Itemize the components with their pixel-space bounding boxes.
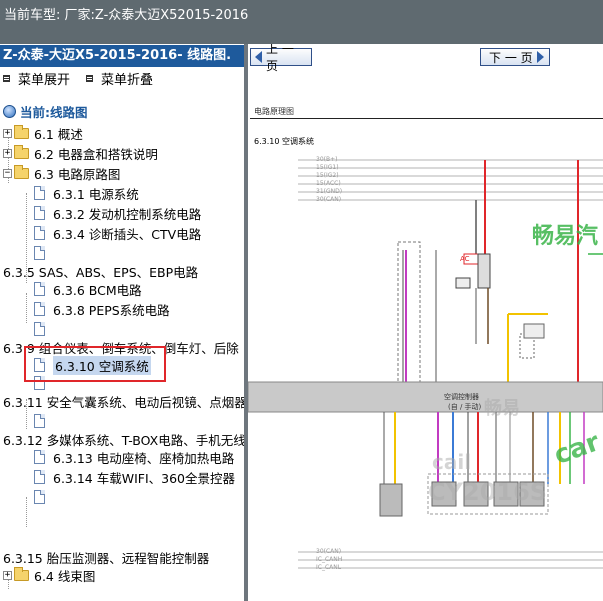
folder-open-icon	[14, 164, 29, 179]
document-icon	[34, 490, 45, 504]
prev-page-label: 上 一 页	[266, 44, 294, 73]
folder-icon	[14, 124, 29, 139]
rail-label-1: 30(B+)	[316, 156, 338, 163]
tree-current: 当前:线路图	[3, 101, 88, 121]
bottom-label-2: IC_CANH	[316, 556, 343, 563]
bus-sub-label: (自 / 手动)	[448, 403, 482, 411]
document-viewer: 上 一 页 下 一 页 电路原理图 6.3.10 空调系统 AC 空调控制器 (…	[248, 44, 603, 601]
tree-item-label: 6.4 线束图	[34, 568, 96, 584]
folder-icon	[14, 144, 29, 159]
next-page-button[interactable]: 下 一 页	[480, 48, 550, 66]
next-page-label: 下 一 页	[489, 50, 533, 65]
bottom-label-3: IC_CANL	[316, 564, 342, 571]
current-label: 当前:线路图	[20, 104, 88, 120]
tree-item-label: 6.1 概述	[34, 126, 83, 142]
tree-item-label: 6.3.1 电源系统	[53, 186, 139, 202]
rail-label-3: 15(IG2)	[316, 172, 339, 179]
rail-label-4: 15(ACC)	[316, 180, 341, 187]
document-icon	[34, 450, 45, 464]
document-icon	[34, 206, 45, 220]
document-icon	[34, 186, 45, 200]
tree-item-6-3-2[interactable]: 6.3.2 发动机控制系统电路	[34, 203, 201, 223]
tree-item-6-4[interactable]: + 6.4 线束图	[3, 565, 95, 585]
tree-item-6-3-8[interactable]: 6.3.8 PEPS系统电路	[34, 299, 170, 319]
prev-page-button[interactable]: 上 一 页	[250, 44, 312, 73]
document-icon	[34, 322, 45, 336]
tree-item-label: 6.3.11 安全气囊系统、电动后视镜、点烟器	[3, 394, 244, 410]
tree-item-6-1[interactable]: + 6.1 概述	[3, 123, 83, 143]
tree-item-blank-2[interactable]	[34, 319, 53, 339]
left-panel: Z-众泰-大迈X5-2015-2016- 线路图. 菜单展开 菜单折叠 当前:线…	[0, 44, 244, 601]
tree-item-blank-1[interactable]	[34, 243, 53, 263]
tree-item-6-3-5[interactable]: 6.3.5 SAS、ABS、EPS、EBP电路	[3, 261, 198, 281]
tree-item-label: 6.3.4 诊断插头、CTV电路	[53, 226, 202, 242]
tree-item-6-3-11[interactable]: 6.3.11 安全气囊系统、电动后视镜、点烟器	[3, 391, 244, 411]
rail-label-2: 15(IG1)	[316, 164, 339, 171]
tree-item-6-3-4[interactable]: 6.3.4 诊断插头、CTV电路	[34, 223, 201, 243]
section-title: 6.3.10 空调系统	[254, 137, 314, 146]
expand-plus-icon[interactable]: +	[3, 148, 12, 158]
expand-plus-icon[interactable]: +	[3, 570, 12, 580]
collapse-menu-button[interactable]: 菜单折叠	[86, 69, 153, 88]
tree-item-6-3-6[interactable]: 6.3.6 BCM电路	[34, 279, 142, 299]
tree-item-label: 6.3.13 电动座椅、座椅加热电路	[53, 450, 235, 466]
highlight-box	[24, 346, 166, 382]
tree-item-6-3-12[interactable]: 6.3.12 多媒体系统、T-BOX电路、手机无线	[3, 429, 244, 449]
expand-plus-icon[interactable]: +	[3, 128, 12, 138]
rail-label-6: 30(CAN)	[316, 196, 342, 203]
expand-menu-button[interactable]: 菜单展开	[3, 69, 70, 88]
rail-label-5: 31(GND)	[316, 188, 343, 195]
document-icon	[34, 282, 45, 296]
tree-item-label: 6.3.8 PEPS系统电路	[53, 302, 170, 318]
expand-menu-label: 菜单展开	[18, 72, 71, 88]
document-icon	[34, 246, 45, 260]
tree-item-blank-5[interactable]	[34, 487, 53, 507]
tree-item-6-2[interactable]: + 6.2 电器盒和搭铁说明	[3, 143, 158, 163]
tree-item-6-3-13[interactable]: 6.3.13 电动座椅、座椅加热电路	[34, 447, 234, 467]
document-icon	[34, 470, 45, 484]
collapse-icon	[86, 74, 94, 82]
document-icon	[34, 302, 45, 316]
tree-item-6-3-15[interactable]: 6.3.15 胎压监测器、远程智能控制器	[3, 547, 209, 567]
tree-item-label: 6.3.15 胎压监测器、远程智能控制器	[3, 550, 210, 566]
tree-item-label: 6.3.5 SAS、ABS、EPS、EBP电路	[3, 264, 199, 280]
wiring-diagram	[248, 159, 603, 569]
tree-item-label: 6.3.12 多媒体系统、T-BOX电路、手机无线	[3, 432, 244, 448]
menu-toolbar: 菜单展开 菜单折叠	[0, 67, 244, 89]
expand-icon	[3, 74, 10, 82]
tree-item-6-3-1[interactable]: 6.3.1 电源系统	[34, 183, 139, 203]
header-rule	[250, 118, 603, 119]
bus-label: 空调控制器	[444, 393, 479, 401]
top-bar: 当前车型: 厂家:Z-众泰大迈X52015-2016	[0, 0, 603, 44]
tree-item-6-3[interactable]: − 6.3 电路原路图	[3, 163, 120, 183]
arrow-right-icon	[536, 51, 544, 63]
document-icon	[34, 226, 45, 240]
ac-label: AC	[460, 255, 470, 263]
tree-item-label: 6.2 电器盒和搭铁说明	[34, 146, 158, 162]
document-icon	[34, 414, 45, 428]
tree-item-label: 6.3 电路原路图	[34, 166, 121, 182]
globe-icon	[3, 104, 16, 118]
bottom-label-1: 30(CAN)	[316, 548, 342, 555]
doc-header: 电路原理图	[254, 107, 294, 116]
tree-item-blank-4[interactable]	[34, 411, 53, 431]
panel-title: Z-众泰-大迈X5-2015-2016- 线路图.	[0, 45, 244, 67]
tree-item-label: 6.3.14 车载WIFI、360全景控器	[53, 470, 236, 486]
collapse-menu-label: 菜单折叠	[101, 72, 154, 88]
tree-item-label: 6.3.2 发动机控制系统电路	[53, 206, 202, 222]
tree-item-6-3-14[interactable]: 6.3.14 车载WIFI、360全景控器	[34, 467, 235, 487]
arrow-left-icon	[255, 51, 262, 63]
collapse-minus-icon[interactable]: −	[3, 168, 12, 178]
vehicle-info-text: 当前车型: 厂家:Z-众泰大迈X52015-2016	[4, 8, 249, 23]
folder-icon	[14, 566, 29, 581]
tree-item-label: 6.3.6 BCM电路	[53, 282, 142, 298]
